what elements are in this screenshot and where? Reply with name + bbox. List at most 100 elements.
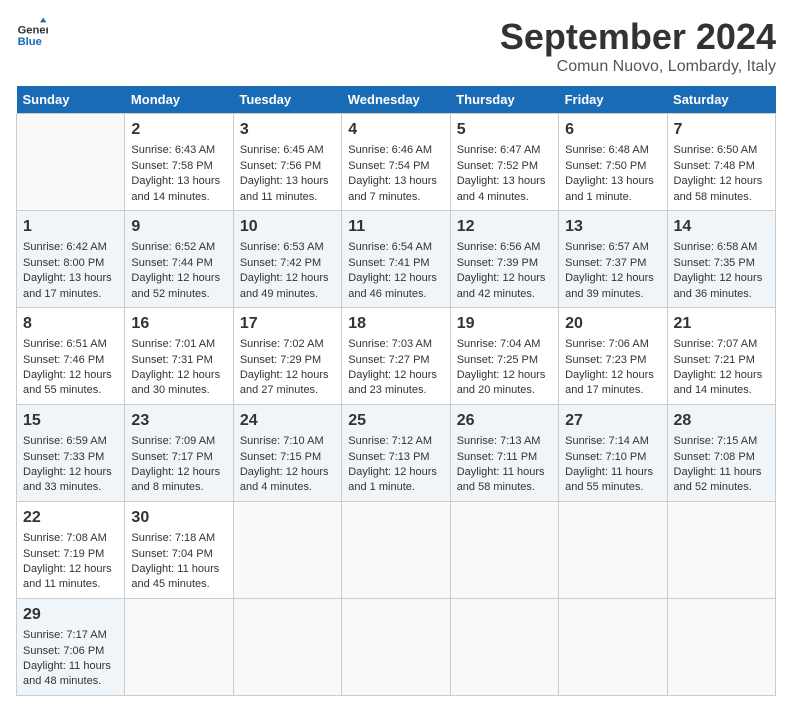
sunset: Sunset: 7:48 PM — [674, 160, 755, 172]
sunset: Sunset: 7:37 PM — [565, 257, 646, 269]
sunset: Sunset: 7:31 PM — [131, 354, 212, 366]
calendar-cell: 9Sunrise: 6:52 AMSunset: 7:44 PMDaylight… — [125, 210, 233, 307]
calendar-cell: 17Sunrise: 7:02 AMSunset: 7:29 PMDayligh… — [233, 307, 341, 404]
day-number: 18 — [348, 313, 443, 335]
calendar-cell: 28Sunrise: 7:15 AMSunset: 7:08 PMDayligh… — [667, 404, 775, 501]
calendar-cell: 6Sunrise: 6:48 AMSunset: 7:50 PMDaylight… — [559, 114, 667, 211]
calendar-week-2: 8Sunrise: 6:51 AMSunset: 7:46 PMDaylight… — [17, 307, 776, 404]
location-title: Comun Nuovo, Lombardy, Italy — [500, 58, 776, 76]
sunset: Sunset: 7:19 PM — [23, 548, 104, 560]
calendar-cell: 1Sunrise: 6:42 AMSunset: 8:00 PMDaylight… — [17, 210, 125, 307]
daylight: Daylight: 11 hours and 45 minutes. — [131, 563, 219, 590]
day-number: 28 — [674, 410, 769, 432]
sunset: Sunset: 7:15 PM — [240, 451, 321, 463]
daylight: Daylight: 11 hours and 48 minutes. — [23, 660, 111, 687]
calendar-cell: 10Sunrise: 6:53 AMSunset: 7:42 PMDayligh… — [233, 210, 341, 307]
sunset: Sunset: 7:21 PM — [674, 354, 755, 366]
calendar-cell: 8Sunrise: 6:51 AMSunset: 7:46 PMDaylight… — [17, 307, 125, 404]
daylight: Daylight: 12 hours and 1 minute. — [348, 466, 437, 493]
day-number: 16 — [131, 313, 226, 335]
calendar-cell: 12Sunrise: 6:56 AMSunset: 7:39 PMDayligh… — [450, 210, 558, 307]
sunset: Sunset: 7:33 PM — [23, 451, 104, 463]
daylight: Daylight: 12 hours and 27 minutes. — [240, 369, 329, 396]
sunrise: Sunrise: 7:10 AM — [240, 435, 324, 447]
calendar-cell — [450, 598, 558, 695]
calendar-cell — [233, 501, 341, 598]
calendar-cell: 18 Sunrise: 7:03 AM Sunset: 7:27 PM Dayligh… — [342, 307, 450, 404]
day-number: 19 — [457, 313, 552, 335]
daylight: Daylight: 13 hours and 14 minutes. — [131, 175, 220, 202]
daylight: Daylight: 12 hours and 11 minutes. — [23, 563, 112, 590]
calendar-cell — [559, 501, 667, 598]
calendar-week-3: 15 Sunrise: 6:59 AM Sunset: 7:33 PM Dayligh… — [17, 404, 776, 501]
sunset: Sunset: 7:52 PM — [457, 160, 538, 172]
sunrise: Sunrise: 6:43 AM — [131, 144, 215, 156]
calendar-cell: 7Sunrise: 6:50 AMSunset: 7:48 PMDaylight… — [667, 114, 775, 211]
daylight: Daylight: 13 hours and 4 minutes. — [457, 175, 546, 202]
daylight: Daylight: 12 hours and 55 minutes. — [23, 369, 112, 396]
calendar-cell — [667, 598, 775, 695]
day-number: 3 — [240, 119, 335, 141]
sunset: Sunset: 7:04 PM — [131, 548, 212, 560]
day-number: 25 — [348, 410, 443, 432]
calendar-cell: 3Sunrise: 6:45 AMSunset: 7:56 PMDaylight… — [233, 114, 341, 211]
sunset: Sunset: 7:35 PM — [674, 257, 755, 269]
calendar-cell: 30 Sunrise: 7:18 AM Sunset: 7:04 PM Dayligh… — [125, 501, 233, 598]
calendar-week-5: 29Sunrise: 7:17 AMSunset: 7:06 PMDayligh… — [17, 598, 776, 695]
sunset: Sunset: 7:29 PM — [240, 354, 321, 366]
sunset: Sunset: 7:54 PM — [348, 160, 429, 172]
sunrise: Sunrise: 7:17 AM — [23, 629, 107, 641]
daylight: Daylight: 12 hours and 20 minutes. — [457, 369, 546, 396]
sunset: Sunset: 7:44 PM — [131, 257, 212, 269]
daylight: Daylight: 12 hours and 36 minutes. — [674, 272, 763, 299]
weekday-header-saturday: Saturday — [667, 86, 775, 114]
day-number: 17 — [240, 313, 335, 335]
calendar-cell: 5Sunrise: 6:47 AMSunset: 7:52 PMDaylight… — [450, 114, 558, 211]
day-number: 7 — [674, 119, 769, 141]
day-number: 6 — [565, 119, 660, 141]
calendar-cell: 24Sunrise: 7:10 AMSunset: 7:15 PMDayligh… — [233, 404, 341, 501]
calendar-cell: 11Sunrise: 6:54 AMSunset: 7:41 PMDayligh… — [342, 210, 450, 307]
sunset: Sunset: 8:00 PM — [23, 257, 104, 269]
day-number: 23 — [131, 410, 226, 432]
sunset: Sunset: 7:08 PM — [674, 451, 755, 463]
weekday-header-monday: Monday — [125, 86, 233, 114]
sunrise: Sunrise: 7:18 AM — [131, 532, 215, 544]
day-number: 30 — [131, 507, 226, 529]
sunrise: Sunrise: 6:56 AM — [457, 241, 541, 253]
sunrise: Sunrise: 7:03 AM — [348, 338, 432, 350]
calendar-cell: 25Sunrise: 7:12 AMSunset: 7:13 PMDayligh… — [342, 404, 450, 501]
daylight: Daylight: 12 hours and 14 minutes. — [674, 369, 763, 396]
sunrise: Sunrise: 6:42 AM — [23, 241, 107, 253]
day-number: 24 — [240, 410, 335, 432]
sunrise: Sunrise: 7:14 AM — [565, 435, 649, 447]
calendar-week-4: 22Sunrise: 7:08 AMSunset: 7:19 PMDayligh… — [17, 501, 776, 598]
sunset: Sunset: 7:13 PM — [348, 451, 429, 463]
sunset: Sunset: 7:17 PM — [131, 451, 212, 463]
sunrise: Sunrise: 7:06 AM — [565, 338, 649, 350]
calendar-cell: 29Sunrise: 7:17 AMSunset: 7:06 PMDayligh… — [17, 598, 125, 695]
sunrise: Sunrise: 7:07 AM — [674, 338, 758, 350]
day-number: 10 — [240, 216, 335, 238]
calendar-cell — [450, 501, 558, 598]
sunset: Sunset: 7:06 PM — [23, 645, 104, 657]
calendar-cell: 14Sunrise: 6:58 AMSunset: 7:35 PMDayligh… — [667, 210, 775, 307]
sunrise: Sunrise: 7:13 AM — [457, 435, 541, 447]
calendar-cell: 15Sunrise: 6:59 AMSunset: 7:33 PMDayligh… — [17, 404, 125, 501]
sunrise: Sunrise: 6:59 AM — [23, 435, 107, 447]
day-number: 27 — [565, 410, 660, 432]
day-number: 15 — [23, 410, 118, 432]
sunset: Sunset: 7:11 PM — [457, 451, 538, 463]
sunset: Sunset: 7:27 PM — [348, 354, 429, 366]
day-number: 8 — [23, 313, 118, 335]
sunset: Sunset: 7:23 PM — [565, 354, 646, 366]
svg-text:Blue: Blue — [18, 36, 42, 48]
day-number: 13 — [565, 216, 660, 238]
calendar-cell: 2Sunrise: 6:43 AMSunset: 7:58 PMDaylight… — [125, 114, 233, 211]
daylight: Daylight: 12 hours and 23 minutes. — [348, 369, 437, 396]
month-title: September 2024 — [500, 16, 776, 58]
sunset: Sunset: 7:58 PM — [131, 160, 212, 172]
calendar-cell: 21Sunrise: 7:07 AMSunset: 7:21 PMDayligh… — [667, 307, 775, 404]
weekday-header-friday: Friday — [559, 86, 667, 114]
calendar-cell — [125, 598, 233, 695]
